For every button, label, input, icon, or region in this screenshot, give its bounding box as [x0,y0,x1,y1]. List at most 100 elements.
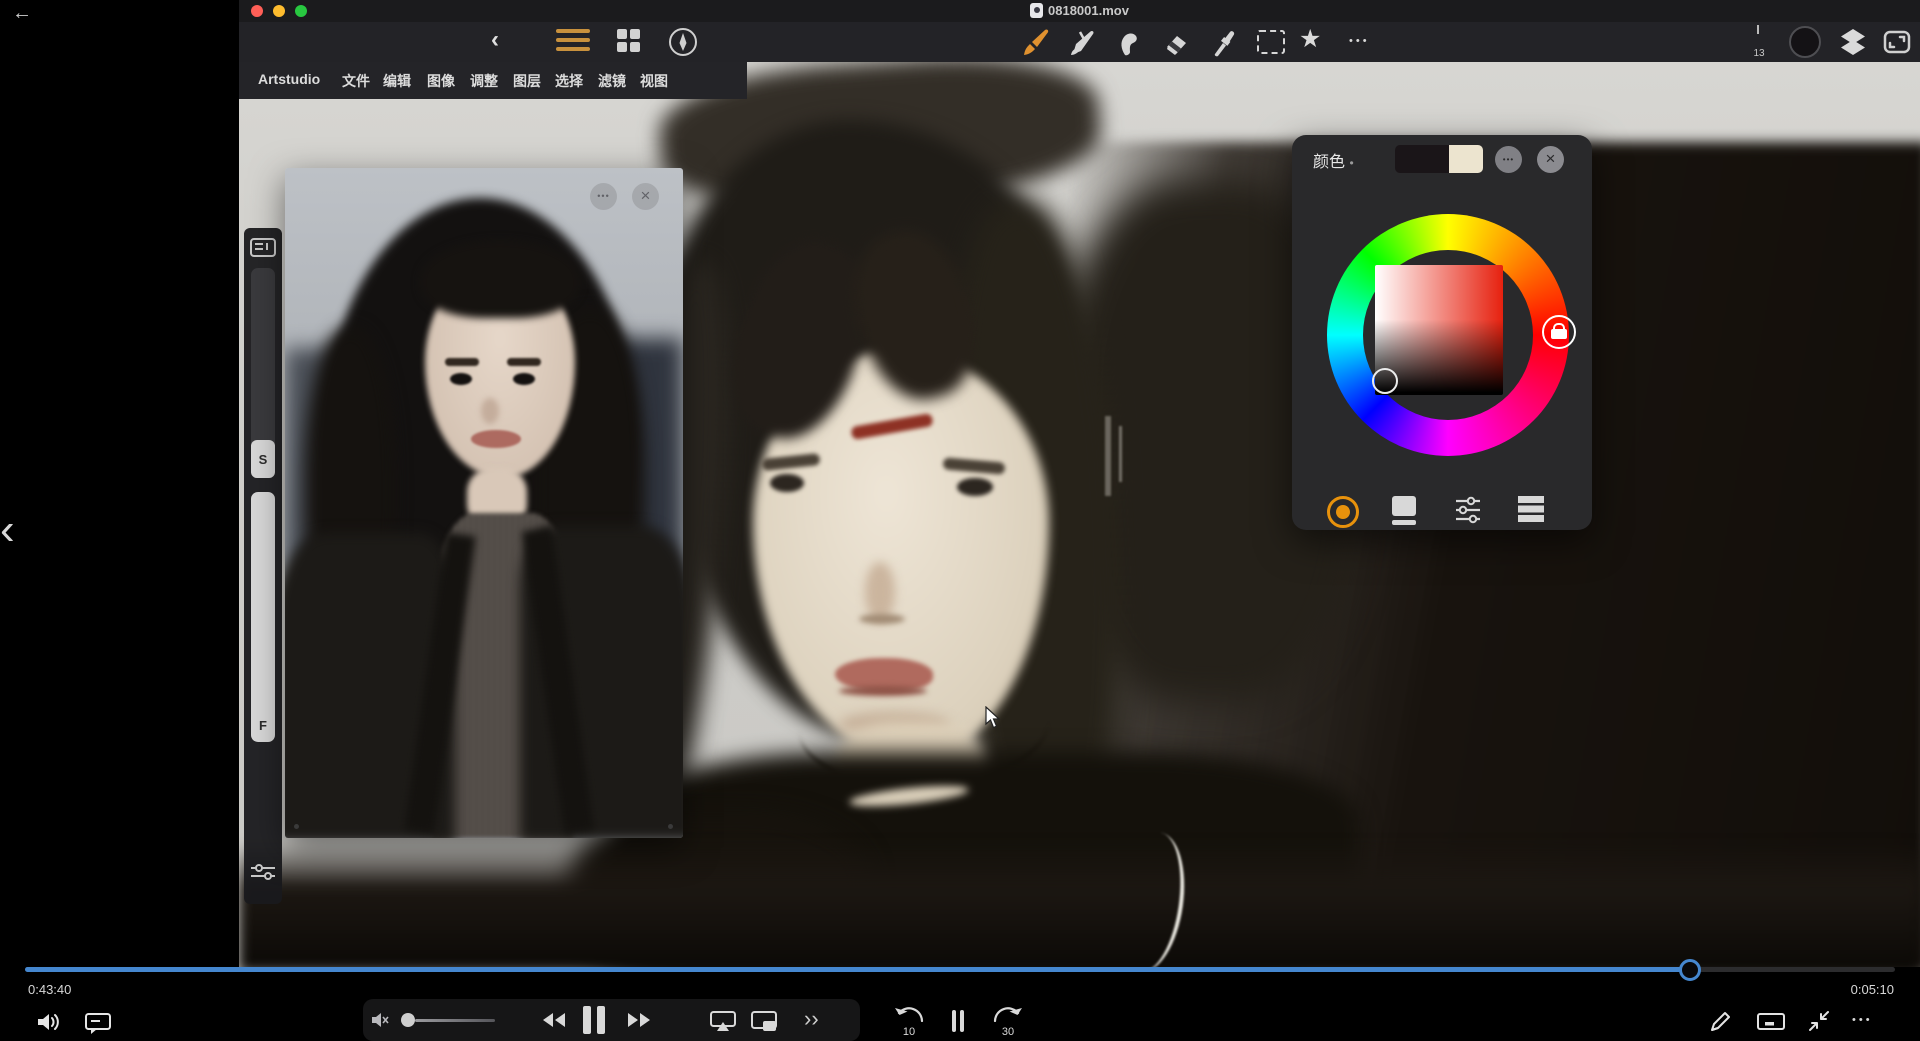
flow-slider-label: F [259,718,267,733]
brush-size-value: 13 [1753,48,1765,59]
fast-forward-button[interactable] [625,1010,653,1030]
transport-bar: ›› [363,999,860,1041]
reference-close-button[interactable]: × [632,183,659,210]
brush-size-tick [1757,25,1759,34]
favorites-star-tool[interactable]: ★ [1299,24,1321,54]
timeline-track[interactable] [25,967,1895,972]
menu-file[interactable]: 文件 [342,71,370,91]
reference-more-button[interactable]: ••• [590,183,617,210]
flow-slider[interactable]: F [251,492,275,742]
color-panel-more-button[interactable]: ••• [1495,146,1522,173]
eyedropper-tool[interactable] [1211,28,1241,58]
menu-layer[interactable]: 图层 [513,71,541,91]
airplay-icon[interactable] [709,1010,737,1032]
subtitles-icon[interactable] [84,1011,112,1035]
lock-icon-body [1551,329,1567,339]
mouse-cursor [984,706,1006,730]
marquee-select-tool[interactable] [1257,30,1285,54]
touchbar-icon[interactable] [1756,1012,1786,1032]
current-color-well[interactable] [1789,26,1821,58]
previous-chapter-chevron[interactable]: ‹ [0,508,15,552]
sv-cursor[interactable] [1372,368,1398,394]
size-slider[interactable]: S [251,268,275,478]
reference-resize-handle[interactable] [294,824,299,829]
paint-nose-base [859,614,905,624]
skip-back-label: 10 [902,1026,916,1038]
secondary-color-swatch[interactable] [1449,145,1483,173]
paint-nose-shadow [865,562,895,622]
skip-forward-label: 30 [1001,1026,1015,1038]
reference-image-window[interactable]: ••• × [285,168,683,838]
window-titlebar[interactable]: 0818001.mov [239,0,1920,22]
ref-brow-right [507,358,541,366]
color-panel: 颜色 • ••• × [1292,135,1592,530]
skip-forward-button[interactable]: 30 [992,1006,1024,1038]
panel-list-icon[interactable] [250,238,276,257]
artstudio-sidebar: S F [244,228,282,904]
gallery-grid-icon[interactable] [617,29,641,53]
volume-slider-track[interactable] [415,1019,495,1022]
color-dot: • [1349,156,1354,170]
exit-fullscreen-icon[interactable] [1806,1008,1832,1034]
menu-filter[interactable]: 滤镜 [598,71,626,91]
menu-view[interactable]: 视图 [640,71,668,91]
pause-button[interactable] [583,1006,605,1034]
eraser-tool[interactable] [1163,28,1193,58]
remaining-time: 0:05:10 [1850,982,1894,997]
mixer-brush-tool[interactable] [1069,28,1099,58]
mute-icon[interactable] [371,1012,391,1028]
menu-adjust[interactable]: 调整 [470,71,498,91]
window-title: 0818001.mov [1048,3,1129,18]
menu-select[interactable]: 选择 [555,71,583,91]
box-mode-tab-underline [1392,520,1416,525]
smudge-tool[interactable] [1115,28,1145,58]
layers-panel-icon[interactable] [1838,27,1868,57]
skip-back-button[interactable]: 10 [893,1006,925,1038]
paint-bottom-dark [239,842,1920,967]
timeline-progress [25,967,1690,972]
markup-pencil-icon[interactable] [1708,1008,1734,1034]
box-mode-tab[interactable] [1392,496,1416,516]
paint-eye-left [770,474,804,492]
ref-lips [471,430,521,448]
color-panel-title: 颜色 • [1313,154,1354,171]
swatches-mode-tab[interactable] [1518,496,1544,522]
volume-icon[interactable] [34,1010,62,1034]
artstudio-menubar: Artstudio 文件 编辑 图像 调整 图层 选择 滤镜 视图 [239,62,747,99]
menu-artstudio[interactable]: Artstudio [258,71,320,87]
player-more-icon[interactable]: ••• [1852,1014,1873,1026]
movie-file-icon [1030,3,1044,18]
ref-eye-right [513,373,535,385]
size-slider-thumb[interactable]: S [251,440,275,478]
more-controls-chevrons[interactable]: ›› [804,1006,819,1032]
wheel-mode-tab[interactable] [1327,496,1359,528]
app-back-chevron-icon[interactable]: ‹ [491,28,499,52]
brush-settings-icon[interactable] [249,862,277,882]
color-panel-close-button[interactable]: × [1537,146,1564,173]
paintbrush-tool[interactable] [1021,28,1051,58]
pip-icon[interactable] [750,1010,778,1032]
ref-bangs [420,240,580,318]
primary-color-swatch[interactable] [1395,145,1449,173]
stylus-settings-icon[interactable] [667,26,699,58]
hue-cursor-lock[interactable] [1542,315,1576,349]
elapsed-time: 0:43:40 [28,982,72,997]
ref-brow-left [445,358,479,366]
reference-resize-handle[interactable] [668,824,673,829]
size-slider-label: S [258,452,268,467]
player-back-button[interactable]: ← [12,2,32,25]
timeline-playhead[interactable] [1679,959,1701,981]
window-title-wrap: 0818001.mov [239,3,1920,18]
hamburger-menu-icon[interactable] [556,29,590,55]
menu-image[interactable]: 图像 [427,71,455,91]
ref-eye-left [450,373,472,385]
menu-edit[interactable]: 编辑 [383,71,411,91]
volume-slider-thumb[interactable] [401,1013,415,1027]
rewind-button[interactable] [540,1010,568,1030]
toolbar-more-icon[interactable]: ••• [1349,35,1370,47]
sliders-mode-tab[interactable] [1454,495,1482,525]
video-player-stage: 0818001.mov ‹ ★ ••• 13 Artstudio 文件 编辑 图… [0,0,1920,1041]
paint-grey-mark [1105,416,1111,496]
fullscreen-canvas-icon[interactable] [1883,30,1911,54]
mini-pause-button[interactable] [952,1010,964,1032]
